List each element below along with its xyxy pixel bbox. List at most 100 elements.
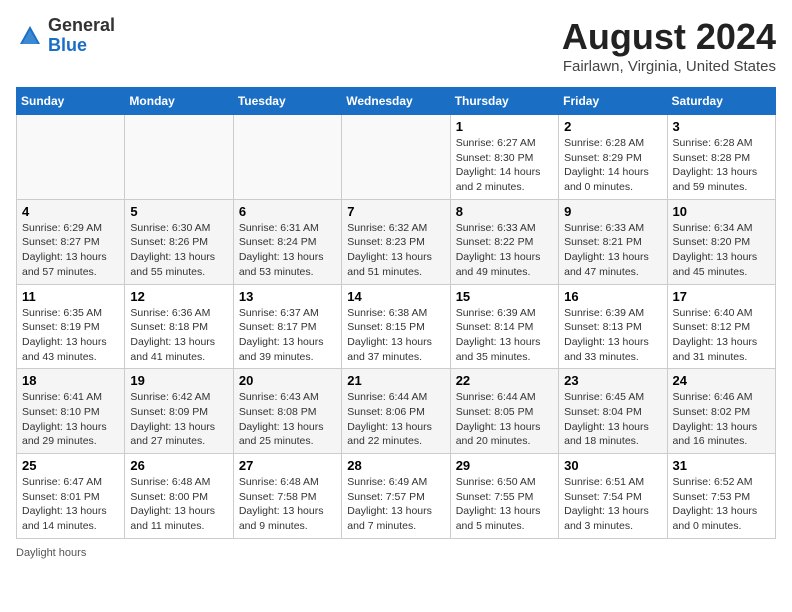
day-number: 1 [456, 119, 553, 134]
calendar-day-header: Tuesday [233, 88, 341, 115]
title-block: August 2024 Fairlawn, Virginia, United S… [562, 16, 776, 75]
day-info: Sunrise: 6:28 AM Sunset: 8:29 PM Dayligh… [564, 136, 661, 195]
day-info: Sunrise: 6:49 AM Sunset: 7:57 PM Dayligh… [347, 475, 444, 534]
day-info: Sunrise: 6:27 AM Sunset: 8:30 PM Dayligh… [456, 136, 553, 195]
calendar-cell: 19Sunrise: 6:42 AM Sunset: 8:09 PM Dayli… [125, 369, 233, 454]
calendar-cell: 1 Sunrise: 6:27 AM Sunset: 8:30 PM Daylig… [450, 115, 558, 200]
calendar-cell: 22 Sunrise: 6:44 AM Sunset: 8:05 PM Dayli… [450, 369, 558, 454]
calendar-week-row: 11Sunrise: 6:35 AM Sunset: 8:19 PM Dayli… [17, 284, 776, 369]
calendar-cell: 16 Sunrise: 6:39 AM Sunset: 8:13 PM Dayli… [559, 284, 667, 369]
day-info: Sunrise: 6:52 AM Sunset: 7:53 PM Dayligh… [673, 475, 770, 534]
calendar-cell: 14Sunrise: 6:38 AM Sunset: 8:15 PM Dayli… [342, 284, 450, 369]
logo-general-text: General [48, 15, 115, 35]
day-number: 16 [564, 289, 661, 304]
day-info: Sunrise: 6:44 AM Sunset: 8:05 PM Dayligh… [456, 390, 553, 449]
day-number: 29 [456, 458, 553, 473]
logo-icon [16, 22, 44, 50]
day-number: 4 [22, 204, 119, 219]
day-info: Sunrise: 6:34 AM Sunset: 8:20 PM Dayligh… [673, 221, 770, 280]
month-year-title: August 2024 [562, 16, 776, 58]
calendar-week-row: 4 Sunrise: 6:29 AM Sunset: 8:27 PM Daylig… [17, 199, 776, 284]
calendar-day-header: Monday [125, 88, 233, 115]
day-number: 7 [347, 204, 444, 219]
calendar-cell: 3 Sunrise: 6:28 AM Sunset: 8:28 PM Daylig… [667, 115, 775, 200]
calendar-day-header: Friday [559, 88, 667, 115]
day-info: Sunrise: 6:38 AM Sunset: 8:15 PM Dayligh… [347, 306, 444, 365]
day-info: Sunrise: 6:46 AM Sunset: 8:02 PM Dayligh… [673, 390, 770, 449]
day-info: Sunrise: 6:48 AM Sunset: 8:00 PM Dayligh… [130, 475, 227, 534]
day-info: Sunrise: 6:48 AM Sunset: 7:58 PM Dayligh… [239, 475, 336, 534]
day-number: 3 [673, 119, 770, 134]
day-info: Sunrise: 6:30 AM Sunset: 8:26 PM Dayligh… [130, 221, 227, 280]
day-info: Sunrise: 6:36 AM Sunset: 8:18 PM Dayligh… [130, 306, 227, 365]
calendar-table: SundayMondayTuesdayWednesdayThursdayFrid… [16, 87, 776, 539]
day-number: 2 [564, 119, 661, 134]
day-number: 28 [347, 458, 444, 473]
calendar-cell: 30Sunrise: 6:51 AM Sunset: 7:54 PM Dayli… [559, 454, 667, 539]
calendar-cell: 24Sunrise: 6:46 AM Sunset: 8:02 PM Dayli… [667, 369, 775, 454]
calendar-cell: 11Sunrise: 6:35 AM Sunset: 8:19 PM Dayli… [17, 284, 125, 369]
day-number: 19 [130, 373, 227, 388]
calendar-cell: 4 Sunrise: 6:29 AM Sunset: 8:27 PM Daylig… [17, 199, 125, 284]
calendar-cell: 6 Sunrise: 6:31 AM Sunset: 8:24 PM Daylig… [233, 199, 341, 284]
calendar-cell: 25 Sunrise: 6:47 AM Sunset: 8:01 PM Dayli… [17, 454, 125, 539]
calendar-cell: 26 Sunrise: 6:48 AM Sunset: 8:00 PM Dayli… [125, 454, 233, 539]
day-info: Sunrise: 6:33 AM Sunset: 8:22 PM Dayligh… [456, 221, 553, 280]
day-number: 27 [239, 458, 336, 473]
calendar-cell: 5 Sunrise: 6:30 AM Sunset: 8:26 PM Daylig… [125, 199, 233, 284]
day-info: Sunrise: 6:28 AM Sunset: 8:28 PM Dayligh… [673, 136, 770, 195]
page-header: General Blue August 2024 Fairlawn, Virgi… [16, 16, 776, 75]
day-number: 21 [347, 373, 444, 388]
day-number: 15 [456, 289, 553, 304]
calendar-cell: 13 Sunrise: 6:37 AM Sunset: 8:17 PM Dayli… [233, 284, 341, 369]
calendar-cell [125, 115, 233, 200]
day-number: 23 [564, 373, 661, 388]
calendar-cell [233, 115, 341, 200]
calendar-cell: 2 Sunrise: 6:28 AM Sunset: 8:29 PM Daylig… [559, 115, 667, 200]
day-info: Sunrise: 6:31 AM Sunset: 8:24 PM Dayligh… [239, 221, 336, 280]
day-info: Sunrise: 6:47 AM Sunset: 8:01 PM Dayligh… [22, 475, 119, 534]
calendar-cell: 21 Sunrise: 6:44 AM Sunset: 8:06 PM Dayli… [342, 369, 450, 454]
day-number: 6 [239, 204, 336, 219]
calendar-cell: 20Sunrise: 6:43 AM Sunset: 8:08 PM Dayli… [233, 369, 341, 454]
day-number: 30 [564, 458, 661, 473]
logo: General Blue [16, 16, 115, 56]
calendar-week-row: 25 Sunrise: 6:47 AM Sunset: 8:01 PM Dayli… [17, 454, 776, 539]
calendar-cell: 15 Sunrise: 6:39 AM Sunset: 8:14 PM Dayli… [450, 284, 558, 369]
calendar-day-header: Sunday [17, 88, 125, 115]
day-number: 26 [130, 458, 227, 473]
day-info: Sunrise: 6:39 AM Sunset: 8:14 PM Dayligh… [456, 306, 553, 365]
day-number: 5 [130, 204, 227, 219]
day-number: 31 [673, 458, 770, 473]
calendar-cell [342, 115, 450, 200]
day-info: Sunrise: 6:29 AM Sunset: 8:27 PM Dayligh… [22, 221, 119, 280]
day-number: 13 [239, 289, 336, 304]
calendar-cell: 10 Sunrise: 6:34 AM Sunset: 8:20 PM Dayli… [667, 199, 775, 284]
day-number: 9 [564, 204, 661, 219]
day-number: 22 [456, 373, 553, 388]
location-subtitle: Fairlawn, Virginia, United States [562, 58, 776, 75]
day-info: Sunrise: 6:37 AM Sunset: 8:17 PM Dayligh… [239, 306, 336, 365]
footer-note: Daylight hours [16, 547, 776, 559]
calendar-cell: 31 Sunrise: 6:52 AM Sunset: 7:53 PM Dayli… [667, 454, 775, 539]
day-info: Sunrise: 6:44 AM Sunset: 8:06 PM Dayligh… [347, 390, 444, 449]
calendar-cell: 29Sunrise: 6:50 AM Sunset: 7:55 PM Dayli… [450, 454, 558, 539]
day-info: Sunrise: 6:32 AM Sunset: 8:23 PM Dayligh… [347, 221, 444, 280]
day-number: 10 [673, 204, 770, 219]
calendar-cell: 12 Sunrise: 6:36 AM Sunset: 8:18 PM Dayli… [125, 284, 233, 369]
calendar-cell: 7 Sunrise: 6:32 AM Sunset: 8:23 PM Daylig… [342, 199, 450, 284]
calendar-day-header: Thursday [450, 88, 558, 115]
day-info: Sunrise: 6:41 AM Sunset: 8:10 PM Dayligh… [22, 390, 119, 449]
day-info: Sunrise: 6:43 AM Sunset: 8:08 PM Dayligh… [239, 390, 336, 449]
day-number: 25 [22, 458, 119, 473]
calendar-cell: 9Sunrise: 6:33 AM Sunset: 8:21 PM Daylig… [559, 199, 667, 284]
calendar-cell: 23 Sunrise: 6:45 AM Sunset: 8:04 PM Dayli… [559, 369, 667, 454]
day-number: 12 [130, 289, 227, 304]
calendar-week-row: 18Sunrise: 6:41 AM Sunset: 8:10 PM Dayli… [17, 369, 776, 454]
calendar-cell: 8Sunrise: 6:33 AM Sunset: 8:22 PM Daylig… [450, 199, 558, 284]
day-info: Sunrise: 6:45 AM Sunset: 8:04 PM Dayligh… [564, 390, 661, 449]
calendar-cell: 18Sunrise: 6:41 AM Sunset: 8:10 PM Dayli… [17, 369, 125, 454]
day-info: Sunrise: 6:39 AM Sunset: 8:13 PM Dayligh… [564, 306, 661, 365]
calendar-cell: 27 Sunrise: 6:48 AM Sunset: 7:58 PM Dayli… [233, 454, 341, 539]
calendar-header-row: SundayMondayTuesdayWednesdayThursdayFrid… [17, 88, 776, 115]
